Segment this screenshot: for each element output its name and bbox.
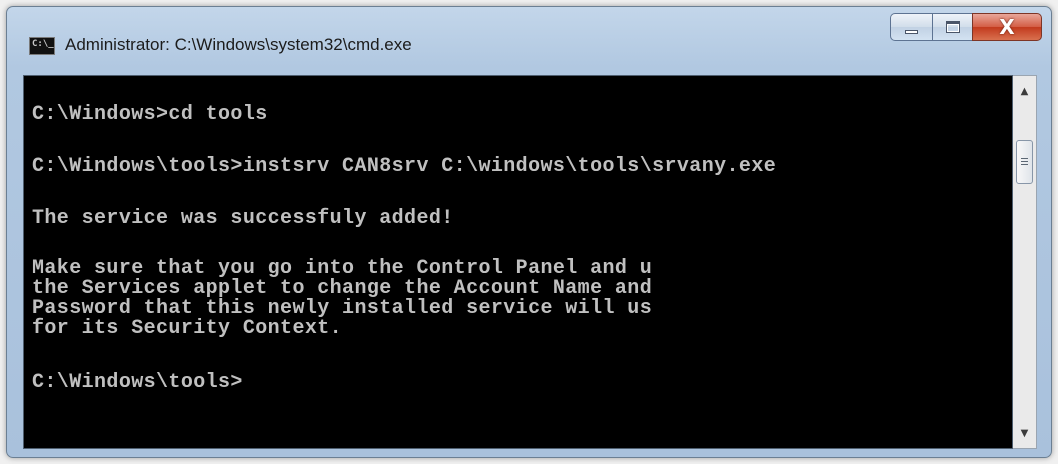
title-bar[interactable]: C:\_ Administrator: C:\Windows\system32\… bbox=[7, 7, 1051, 75]
minimize-button[interactable] bbox=[890, 13, 932, 41]
maximize-icon bbox=[946, 21, 960, 33]
scroll-up-arrow-icon[interactable]: ▲ bbox=[1013, 80, 1036, 102]
grip-line bbox=[1021, 158, 1028, 159]
scroll-down-arrow-icon[interactable]: ▼ bbox=[1013, 422, 1036, 444]
close-icon: X bbox=[999, 15, 1015, 39]
console-line: Make sure that you go into the Control P… bbox=[32, 257, 653, 280]
close-button[interactable]: X bbox=[972, 13, 1042, 41]
vertical-scrollbar[interactable]: ▲ ▼ bbox=[1013, 75, 1037, 449]
console-line: Password that this newly installed servi… bbox=[32, 297, 653, 320]
maximize-button[interactable] bbox=[932, 13, 972, 41]
cmd-window: C:\_ Administrator: C:\Windows\system32\… bbox=[6, 6, 1052, 458]
grip-line bbox=[1021, 161, 1028, 162]
window-title: Administrator: C:\Windows\system32\cmd.e… bbox=[65, 35, 412, 54]
scrollbar-thumb[interactable] bbox=[1016, 140, 1033, 184]
console-prompt: C:\Windows\tools> bbox=[32, 371, 243, 394]
cmd-app-icon[interactable]: C:\_ bbox=[29, 37, 55, 55]
console-line: for its Security Context. bbox=[32, 317, 343, 340]
console-line: The service was successfuly added! bbox=[32, 207, 454, 230]
minimize-icon bbox=[905, 30, 918, 34]
console-line: C:\Windows>cd tools bbox=[32, 103, 268, 126]
caption-buttons: X bbox=[890, 13, 1042, 43]
console-line: the Services applet to change the Accoun… bbox=[32, 277, 653, 300]
console-output[interactable]: C:\Windows>cd tools C:\Windows\tools>ins… bbox=[23, 75, 1013, 449]
app-icon-text: C:\_ bbox=[32, 39, 54, 49]
console-line: C:\Windows\tools>instsrv CAN8srv C:\wind… bbox=[32, 155, 777, 178]
grip-line bbox=[1021, 164, 1028, 165]
